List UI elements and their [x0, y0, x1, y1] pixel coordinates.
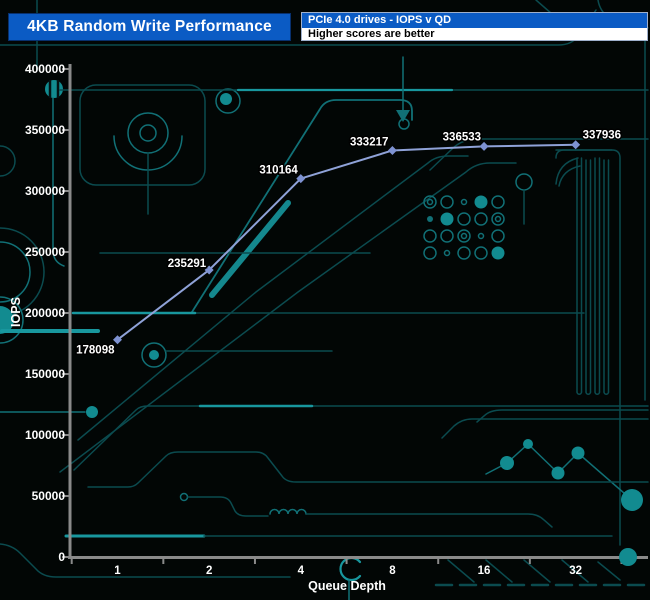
x-tick-label: 16 — [478, 565, 491, 577]
y-tick-label: 400000 — [25, 62, 65, 76]
y-tick-label: 150000 — [25, 367, 65, 381]
benchmark-chart-screenshot: 0 50000 100000 150000 200000 250000 300000 3500… — [0, 0, 650, 600]
chart-title-box: 4KB Random Write Performance — [8, 13, 291, 41]
data-point-label: 178098 — [76, 345, 115, 357]
chart-subtitle: PCIe 4.0 drives - IOPS v QD — [302, 13, 647, 28]
x-tick-label: 8 — [389, 565, 396, 577]
x-tick-label: 4 — [298, 565, 305, 577]
data-point-label: 310164 — [259, 165, 298, 177]
y-tick-label: 0 — [58, 550, 65, 564]
axis-end-pad — [619, 548, 637, 566]
data-point-marker — [387, 145, 397, 155]
x-tick-label: 2 — [206, 565, 212, 577]
data-point-label: 337936 — [583, 130, 621, 142]
x-tick-label: 32 — [569, 565, 582, 577]
y-tick-label: 200000 — [25, 306, 65, 320]
y-tick-label: 50000 — [32, 489, 66, 503]
data-point-label: 235291 — [168, 258, 207, 270]
y-tick-label: 250000 — [25, 245, 65, 259]
data-point-marker — [571, 140, 581, 150]
chart-note: Higher scores are better — [302, 28, 647, 40]
x-axis-title: Queue Depth — [308, 579, 386, 593]
y-tick-label: 100000 — [25, 428, 65, 442]
series-line — [116, 143, 576, 341]
y-tick-label: 300000 — [25, 184, 65, 198]
circuit-background — [0, 0, 650, 600]
chart-canvas: 0 50000 100000 150000 200000 250000 300000 3500… — [0, 0, 650, 600]
data-point-label: 336533 — [443, 131, 481, 143]
y-tick-label: 350000 — [25, 123, 65, 137]
x-tick-label: 1 — [114, 565, 121, 577]
chart-subtitle-box: PCIe 4.0 drives - IOPS v QD Higher score… — [301, 12, 648, 41]
data-series: 178098 235291 310164 333217 336533 337936 — [75, 128, 623, 358]
chart-title: 4KB Random Write Performance — [27, 18, 272, 35]
data-point-label: 333217 — [350, 136, 388, 148]
y-axis-title: IOPS — [9, 297, 23, 327]
